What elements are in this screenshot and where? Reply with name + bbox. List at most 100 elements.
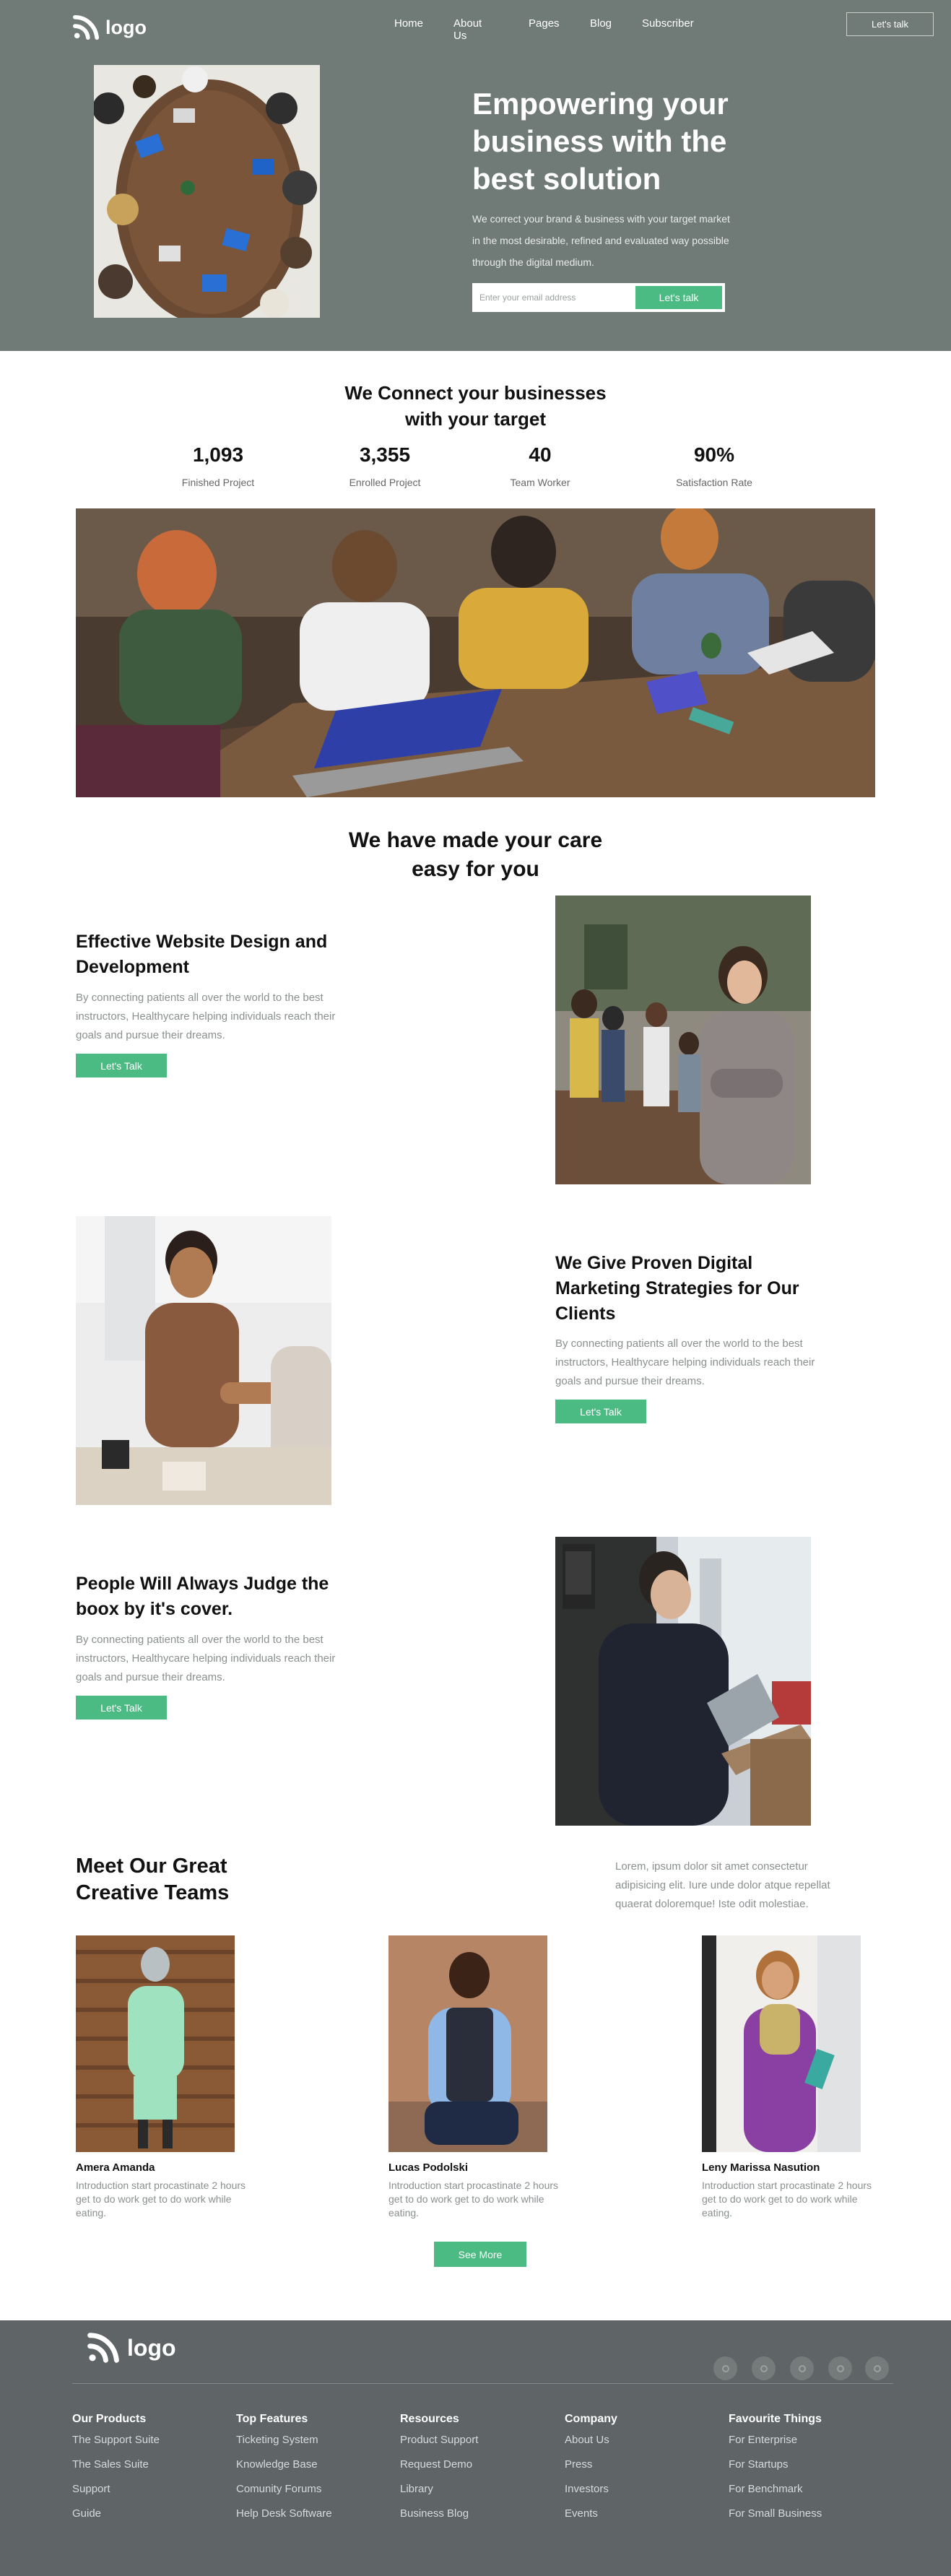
stat-value: 40 [529, 443, 552, 466]
footer-link[interactable]: Investors [565, 2482, 724, 2507]
footer-divider [72, 2383, 893, 2384]
connect-title: We Connect your businesses with your tar… [0, 380, 951, 432]
social-icon[interactable] [828, 2356, 852, 2380]
feature-lets-talk-button[interactable]: Let's Talk [555, 1400, 646, 1423]
stat-value: 3,355 [359, 443, 411, 466]
footer-link[interactable]: The Support Suite [72, 2433, 231, 2458]
footer-link[interactable]: Events [565, 2507, 724, 2531]
feature-text: By connecting patients all over the worl… [76, 992, 336, 1041]
nav-about-us[interactable]: About Us [453, 17, 482, 42]
nav-pages[interactable]: Pages [529, 17, 560, 30]
footer-heading: Top Features [236, 2413, 308, 2425]
social-circle-icon [873, 2364, 881, 2372]
nav-blog[interactable]: Blog [590, 17, 612, 30]
team-intro: Lorem, ipsum dolor sit amet consectetur … [615, 1860, 830, 1910]
footer-heading: Our Products [72, 2413, 147, 2425]
team-title: Meet Our Great Creative Teams [76, 1855, 230, 1904]
nav-home[interactable]: Home [394, 17, 423, 30]
handshake-photo [76, 1216, 331, 1505]
footer-column-features: Top Features Ticketing System Knowledge … [236, 2413, 395, 2531]
man-with-laptop-photo [555, 1537, 811, 1826]
social-icon[interactable] [713, 2356, 737, 2380]
footer: logo Our Products The Support Suite The … [0, 2320, 951, 2576]
social-circle-icon [721, 2364, 729, 2372]
logo-icon [87, 2333, 119, 2363]
nav-subscriber[interactable]: Subscriber [642, 17, 694, 30]
hero-description: We correct your brand & business with yo… [472, 213, 730, 268]
lets-talk-header-button[interactable]: Let's talk [846, 12, 934, 36]
hero-section: logo Home About Us Pages Blog Subscriber… [0, 0, 951, 351]
social-icon[interactable] [752, 2356, 776, 2380]
logo-text: logo [127, 2334, 176, 2361]
stat-label: Finished Project [181, 477, 255, 488]
footer-link[interactable]: Support [72, 2482, 231, 2507]
social-icon[interactable] [790, 2356, 814, 2380]
social-circle-icon [760, 2364, 768, 2372]
member-desc: Introduction start procastinate 2 hours … [702, 2180, 872, 2219]
footer-column-resources: Resources Product Support Request Demo L… [400, 2413, 559, 2531]
stat-value: 1,093 [192, 443, 244, 466]
member-desc: Introduction start procastinate 2 hours … [76, 2180, 246, 2219]
footer-link[interactable]: Guide [72, 2507, 231, 2531]
stat-satisfaction-rate: 90% Satisfaction Rate [642, 443, 786, 488]
member-name: Amera Amanda [76, 2161, 155, 2174]
footer-heading: Resources [400, 2413, 459, 2425]
office-team-photo [555, 895, 811, 1184]
footer-link[interactable]: Business Blog [400, 2507, 559, 2531]
footer-link[interactable]: Library [400, 2482, 559, 2507]
footer-link[interactable]: For Benchmark [729, 2482, 887, 2507]
footer-link[interactable]: For Startups [729, 2458, 887, 2482]
stat-finished-project: 1,093 Finished Project [146, 443, 290, 488]
hero-team-photo [94, 65, 320, 318]
footer-link[interactable]: Help Desk Software [236, 2507, 395, 2531]
footer-heading: Company [565, 2413, 617, 2425]
care-title-line1: We have made your care [348, 828, 603, 852]
social-circle-icon [836, 2364, 844, 2372]
footer-column-company: Company About Us Press Investors Events [565, 2413, 724, 2531]
member-name: Leny Marissa Nasution [702, 2161, 820, 2174]
feature-title: Effective Website Design and Development [76, 932, 328, 977]
email-lets-talk-button[interactable]: Let's talk [635, 286, 722, 309]
footer-logo[interactable]: logo [87, 2332, 176, 2364]
stat-team-worker: 40 Team Worker [468, 443, 612, 488]
footer-link[interactable]: The Sales Suite [72, 2458, 231, 2482]
footer-link[interactable]: Product Support [400, 2433, 559, 2458]
footer-link[interactable]: For Small Business [729, 2507, 887, 2531]
see-more-button[interactable]: See More [434, 2242, 526, 2267]
footer-heading: Favourite Things [729, 2413, 822, 2425]
feature-text: By connecting patients all over the worl… [555, 1337, 815, 1387]
team-meeting-photo [76, 508, 875, 797]
social-icon[interactable] [865, 2356, 889, 2380]
member-photo-amera [76, 1935, 235, 2152]
site-logo[interactable]: logo [72, 14, 147, 40]
social-circle-icon [798, 2364, 806, 2372]
footer-link[interactable]: About Us [565, 2433, 724, 2458]
email-input[interactable] [475, 287, 635, 308]
footer-link[interactable]: Knowledge Base [236, 2458, 395, 2482]
connect-title-line1: We Connect your businesses [344, 382, 607, 404]
care-title: We have made your care easy for you [0, 826, 951, 884]
feature-lets-talk-button[interactable]: Let's Talk [76, 1054, 167, 1077]
stat-value: 90% [693, 443, 735, 466]
care-title-line2: easy for you [412, 857, 539, 881]
footer-column-favourites: Favourite Things For Enterprise For Star… [729, 2413, 887, 2531]
stat-label: Team Worker [510, 477, 570, 488]
feature-title: We Give Proven Digital Marketing Strateg… [555, 1253, 799, 1324]
footer-link[interactable]: Ticketing System [236, 2433, 395, 2458]
logo-text: logo [105, 16, 147, 38]
member-name: Lucas Podolski [388, 2161, 469, 2174]
feature-title: People Will Always Judge the boox by it'… [76, 1574, 329, 1619]
footer-link[interactable]: Request Demo [400, 2458, 559, 2482]
footer-link[interactable]: For Enterprise [729, 2433, 887, 2458]
connect-title-line2: with your target [404, 408, 546, 430]
footer-link[interactable]: Comunity Forums [236, 2482, 395, 2507]
email-signup-form: Let's talk [472, 283, 725, 312]
logo-icon [73, 14, 99, 40]
footer-link[interactable]: Press [565, 2458, 724, 2482]
hero-title: Empowering your business with the best s… [472, 87, 729, 196]
stat-label: Enrolled Project [349, 477, 421, 488]
feature-lets-talk-button[interactable]: Let's Talk [76, 1696, 167, 1719]
member-photo-lucas [388, 1935, 547, 2152]
member-desc: Introduction start procastinate 2 hours … [388, 2180, 559, 2219]
stat-label: Satisfaction Rate [676, 477, 752, 488]
